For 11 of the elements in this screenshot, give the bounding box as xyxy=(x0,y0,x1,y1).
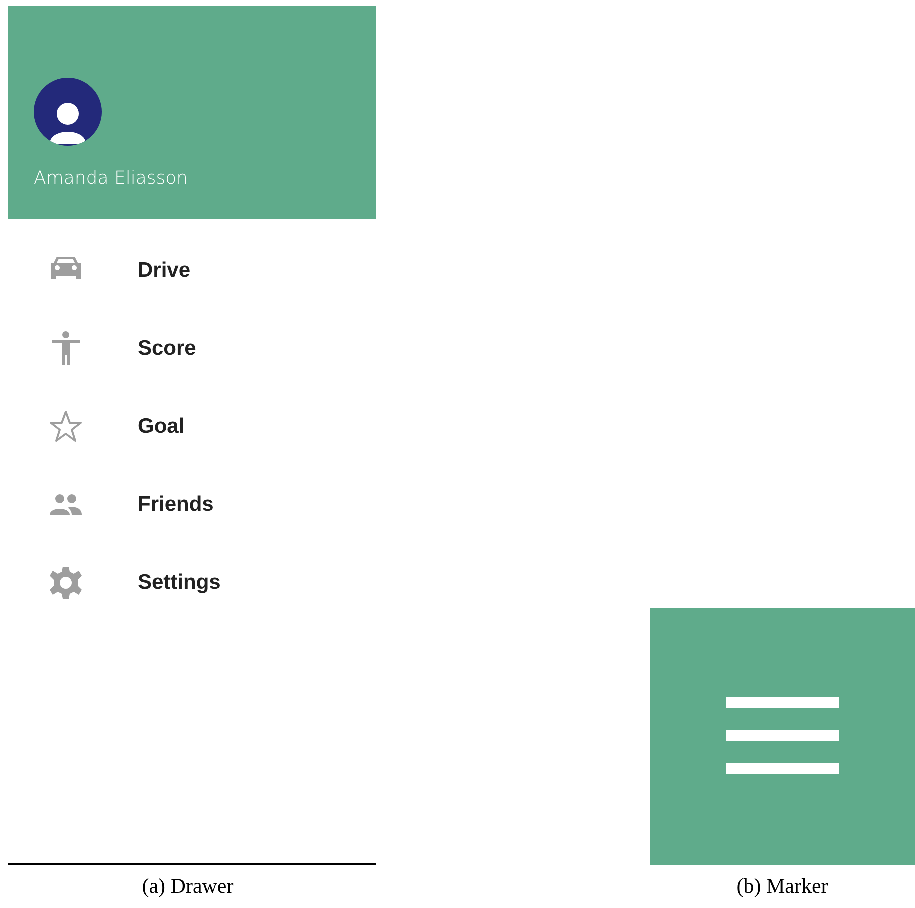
gear-icon[interactable] xyxy=(48,565,84,601)
user-name: Amanda Eliasson xyxy=(34,168,190,189)
figure-caption: (a) Drawer xyxy=(142,874,234,899)
menu-item[interactable]: Friends xyxy=(138,493,214,517)
menu-icon[interactable] xyxy=(726,696,839,776)
figure-caption: (b) Marker xyxy=(736,874,828,899)
menu-item[interactable]: Score xyxy=(138,337,196,361)
menu-item[interactable]: Drive xyxy=(138,259,191,283)
menu-item[interactable]: Settings xyxy=(138,571,221,595)
menu-item[interactable]: Goal xyxy=(138,415,185,439)
star-icon[interactable] xyxy=(48,409,84,445)
